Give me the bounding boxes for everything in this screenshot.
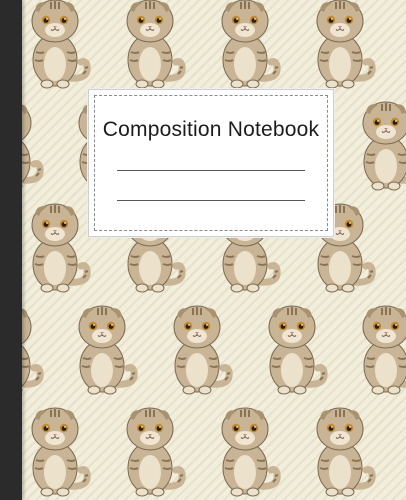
label-write-line xyxy=(117,200,305,201)
scottish-fold-cat-icon xyxy=(302,0,378,90)
cat-pattern xyxy=(0,0,406,500)
title-label: Composition Notebook xyxy=(88,89,334,237)
scottish-fold-cat-icon xyxy=(17,0,93,90)
scottish-fold-cat-icon xyxy=(112,0,188,90)
scottish-fold-cat-icon xyxy=(64,300,140,396)
scottish-fold-cat-icon xyxy=(348,96,406,192)
scottish-fold-cat-icon xyxy=(348,300,406,396)
notebook-cover: Composition Notebook xyxy=(0,0,406,500)
scottish-fold-cat-icon xyxy=(302,402,378,498)
label-dashed-border: Composition Notebook xyxy=(94,95,328,231)
scottish-fold-cat-icon xyxy=(112,402,188,498)
scottish-fold-cat-icon xyxy=(159,300,235,396)
scottish-fold-cat-icon xyxy=(17,198,93,294)
label-write-line xyxy=(117,170,305,171)
notebook-spine xyxy=(0,0,22,500)
scottish-fold-cat-icon xyxy=(207,402,283,498)
scottish-fold-cat-icon xyxy=(17,402,93,498)
scottish-fold-cat-icon xyxy=(254,300,330,396)
scottish-fold-cat-icon xyxy=(207,0,283,90)
notebook-title: Composition Notebook xyxy=(102,118,320,141)
